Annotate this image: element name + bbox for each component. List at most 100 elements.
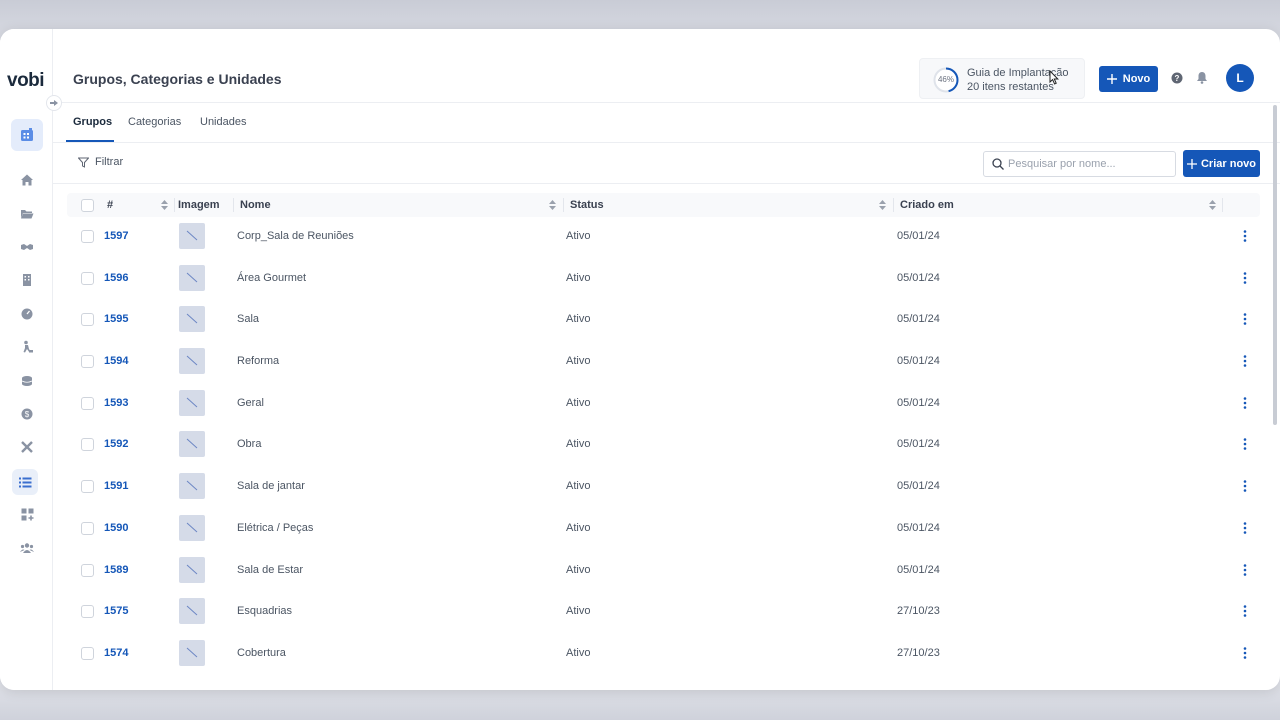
column-header-id[interactable]: # xyxy=(107,199,113,211)
row-checkbox[interactable] xyxy=(81,271,94,285)
row-checkbox[interactable] xyxy=(81,605,94,619)
more-options-icon[interactable] xyxy=(1243,396,1247,409)
row-id[interactable]: 1597 xyxy=(104,230,128,242)
help-icon[interactable]: ? xyxy=(1171,72,1183,84)
tab-unidades[interactable]: Unidades xyxy=(200,116,246,128)
row-thumbnail xyxy=(179,514,205,541)
list-icon[interactable] xyxy=(12,469,38,495)
sort-icon[interactable] xyxy=(1209,200,1216,210)
tab-categorias[interactable]: Categorias xyxy=(128,116,181,128)
tools-icon[interactable] xyxy=(11,432,43,462)
more-options-icon[interactable] xyxy=(1243,563,1247,576)
more-options-icon[interactable] xyxy=(1243,480,1247,492)
new-button-label: Novo xyxy=(1122,73,1151,85)
row-thumbnail xyxy=(179,389,205,416)
row-created: 05/01/24 xyxy=(897,230,940,242)
gauge-icon[interactable] xyxy=(11,299,43,329)
column-header-status[interactable]: Status xyxy=(570,199,604,211)
row-created: 05/01/24 xyxy=(897,438,940,451)
row-status: Ativo xyxy=(566,646,591,659)
worker-icon[interactable] xyxy=(11,332,43,362)
more-options-icon[interactable] xyxy=(1243,438,1247,451)
image-placeholder-icon xyxy=(186,314,198,324)
row-created: 05/01/24 xyxy=(897,355,940,368)
table-row[interactable]: 1596 Área Gourmet Ativo 05/01/24 xyxy=(67,259,1260,301)
row-id[interactable]: 1594 xyxy=(104,355,128,367)
row-checkbox[interactable] xyxy=(81,563,94,577)
more-options-icon[interactable] xyxy=(1243,522,1247,534)
create-new-button[interactable]: Criar novo xyxy=(1183,150,1260,177)
row-id[interactable]: 1590 xyxy=(104,522,128,534)
image-placeholder-icon xyxy=(186,522,198,533)
handshake-icon[interactable] xyxy=(11,232,43,262)
row-thumbnail xyxy=(179,598,205,625)
table-row[interactable]: 1574 Cobertura Ativo 27/10/23 xyxy=(67,634,1260,676)
select-all-checkbox[interactable] xyxy=(81,199,94,212)
row-status: Ativo xyxy=(566,230,591,242)
row-name: Corp_Sala de Reuniões xyxy=(237,230,354,242)
sort-icon[interactable] xyxy=(549,200,556,210)
row-checkbox[interactable] xyxy=(81,438,94,452)
row-id[interactable]: 1591 xyxy=(104,480,128,492)
plus-icon xyxy=(1186,158,1197,169)
new-button[interactable]: Novo xyxy=(1099,66,1158,92)
sidebar-collapse-button[interactable] xyxy=(46,95,62,111)
coins-icon[interactable] xyxy=(11,366,43,396)
row-checkbox[interactable] xyxy=(81,646,94,660)
more-options-icon[interactable] xyxy=(1243,313,1247,326)
bell-icon[interactable] xyxy=(1196,71,1208,84)
table-row[interactable]: 1575 Esquadrias Ativo 27/10/23 xyxy=(67,592,1260,634)
sort-icon[interactable] xyxy=(879,200,886,210)
table-row[interactable]: 1593 Geral Ativo 05/01/24 xyxy=(67,384,1260,426)
column-header-name[interactable]: Nome xyxy=(240,199,271,211)
row-id[interactable]: 1593 xyxy=(104,397,128,409)
row-checkbox[interactable] xyxy=(81,480,94,494)
more-options-icon[interactable] xyxy=(1243,271,1247,284)
table-row[interactable]: 1589 Sala de Estar Ativo 05/01/24 xyxy=(67,551,1260,593)
more-options-icon[interactable] xyxy=(1243,355,1247,367)
home-icon[interactable] xyxy=(11,165,43,195)
image-placeholder-icon xyxy=(186,230,198,241)
table-row[interactable]: 1591 Sala de jantar Ativo 05/01/24 xyxy=(67,467,1260,509)
search-icon xyxy=(992,158,1004,170)
more-options-icon[interactable] xyxy=(1243,647,1247,659)
implementation-guide[interactable]: 46% Guia de Implantação 20 itens restant… xyxy=(919,58,1085,99)
row-id[interactable]: 1589 xyxy=(104,564,128,576)
table-row[interactable]: 1595 Sala Ativo 05/01/24 xyxy=(67,300,1260,342)
filter-label: Filtrar xyxy=(95,156,124,168)
building-icon[interactable] xyxy=(11,265,43,295)
more-options-icon[interactable] xyxy=(1243,605,1247,617)
scrollbar[interactable] xyxy=(1273,105,1277,425)
sort-icon[interactable] xyxy=(161,200,168,210)
row-created: 27/10/23 xyxy=(897,646,940,659)
tab-grupos[interactable]: Grupos xyxy=(73,116,112,128)
table-row[interactable]: 1590 Elétrica / Peças Ativo 05/01/24 xyxy=(67,509,1260,551)
team-icon[interactable] xyxy=(11,533,43,563)
groups-table: # Imagem Nome Status Criado em 1597 Corp… xyxy=(67,193,1260,676)
row-checkbox[interactable] xyxy=(81,313,94,327)
table-row[interactable]: 1592 Obra Ativo 05/01/24 xyxy=(67,425,1260,467)
row-checkbox[interactable] xyxy=(81,396,94,410)
dashboard-icon[interactable] xyxy=(11,119,43,151)
folder-icon[interactable] xyxy=(11,199,43,229)
search-input[interactable] xyxy=(1008,158,1168,170)
filter-button[interactable]: Filtrar xyxy=(78,156,123,168)
column-header-created[interactable]: Criado em xyxy=(900,199,954,211)
avatar[interactable]: L xyxy=(1226,64,1254,92)
row-checkbox[interactable] xyxy=(81,230,94,243)
row-id[interactable]: 1575 xyxy=(104,605,128,617)
row-checkbox[interactable] xyxy=(81,521,94,535)
row-created: 05/01/24 xyxy=(897,313,940,326)
more-options-icon[interactable] xyxy=(1243,230,1247,242)
row-id[interactable]: 1592 xyxy=(104,438,128,450)
row-id[interactable]: 1596 xyxy=(104,272,128,284)
table-row[interactable]: 1597 Corp_Sala de Reuniões Ativo 05/01/2… xyxy=(67,217,1260,259)
table-row[interactable]: 1594 Reforma Ativo 05/01/24 xyxy=(67,342,1260,384)
apps-add-icon[interactable] xyxy=(11,499,43,529)
dollar-icon[interactable]: $ xyxy=(11,399,43,429)
row-id[interactable]: 1595 xyxy=(104,313,128,325)
row-id[interactable]: 1574 xyxy=(104,647,128,659)
guide-percent: 46% xyxy=(937,75,954,84)
row-status: Ativo xyxy=(566,313,591,326)
row-checkbox[interactable] xyxy=(81,355,94,369)
